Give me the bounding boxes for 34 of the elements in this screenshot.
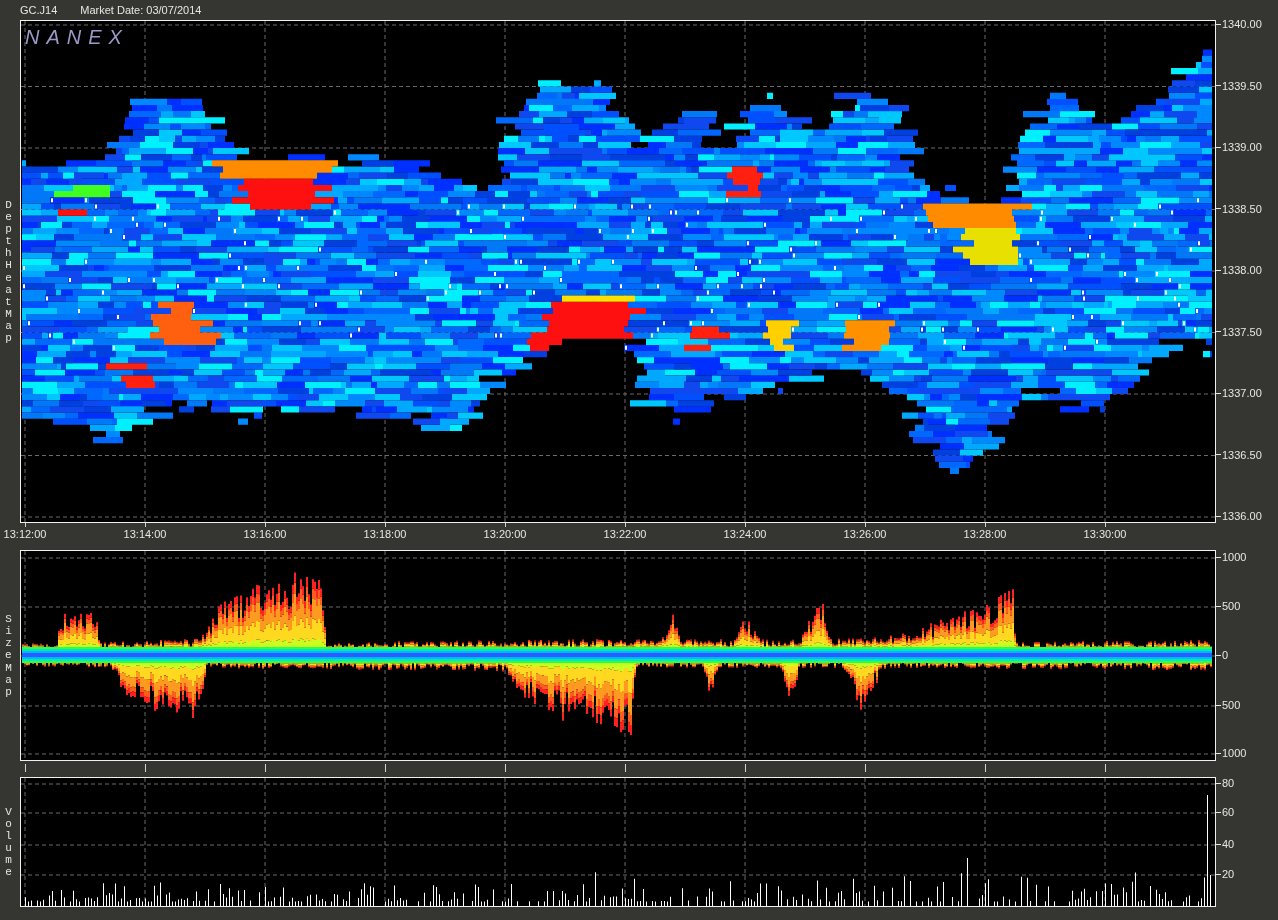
panel-title: Depth Heat Map — [5, 198, 12, 345]
axis-label: 500 — [1222, 600, 1241, 612]
axis-label: 1000 — [1222, 747, 1247, 759]
time-label: 13:30:00 — [1083, 528, 1127, 540]
axis-label: 1338.00 — [1222, 264, 1262, 276]
axis-label: 1337.50 — [1222, 325, 1262, 338]
axis-label: 1337.00 — [1222, 387, 1262, 399]
panel-title: Size Map — [5, 613, 12, 698]
axis-label: 500 — [1222, 699, 1241, 711]
time-label: 13:12:00 — [3, 528, 47, 540]
axis-label: 1336.50 — [1222, 448, 1262, 461]
logo: NANEX — [25, 26, 129, 49]
axis-label: 60 — [1222, 806, 1235, 818]
axis-label: 1000 — [1222, 551, 1247, 563]
time-label: 13:26:00 — [843, 528, 887, 540]
symbol-label: GC.J14 — [20, 4, 58, 16]
axis-label: 1336.00 — [1222, 510, 1262, 522]
axis-label: 40 — [1222, 838, 1235, 850]
time-label: 13:20:00 — [483, 528, 527, 540]
axis-label: 1339.50 — [1222, 79, 1262, 92]
axis-label: 1340.00 — [1222, 18, 1262, 30]
market-date: Market Date: 03/07/2014 — [80, 4, 202, 16]
axis-label: 1339.00 — [1222, 141, 1262, 153]
time-label: 13:28:00 — [963, 528, 1007, 540]
time-label: 13:14:00 — [123, 528, 167, 540]
panel-title: Volume — [5, 805, 12, 879]
axis-label: 20 — [1222, 868, 1235, 880]
axis-label: 0 — [1222, 649, 1229, 661]
time-label: 13:16:00 — [243, 528, 287, 540]
axis-label: 80 — [1222, 777, 1235, 789]
time-label: 13:24:00 — [723, 528, 767, 540]
axis-label: 1338.50 — [1222, 202, 1262, 215]
time-label: 13:22:00 — [603, 528, 647, 540]
time-label: 13:18:00 — [363, 528, 407, 540]
